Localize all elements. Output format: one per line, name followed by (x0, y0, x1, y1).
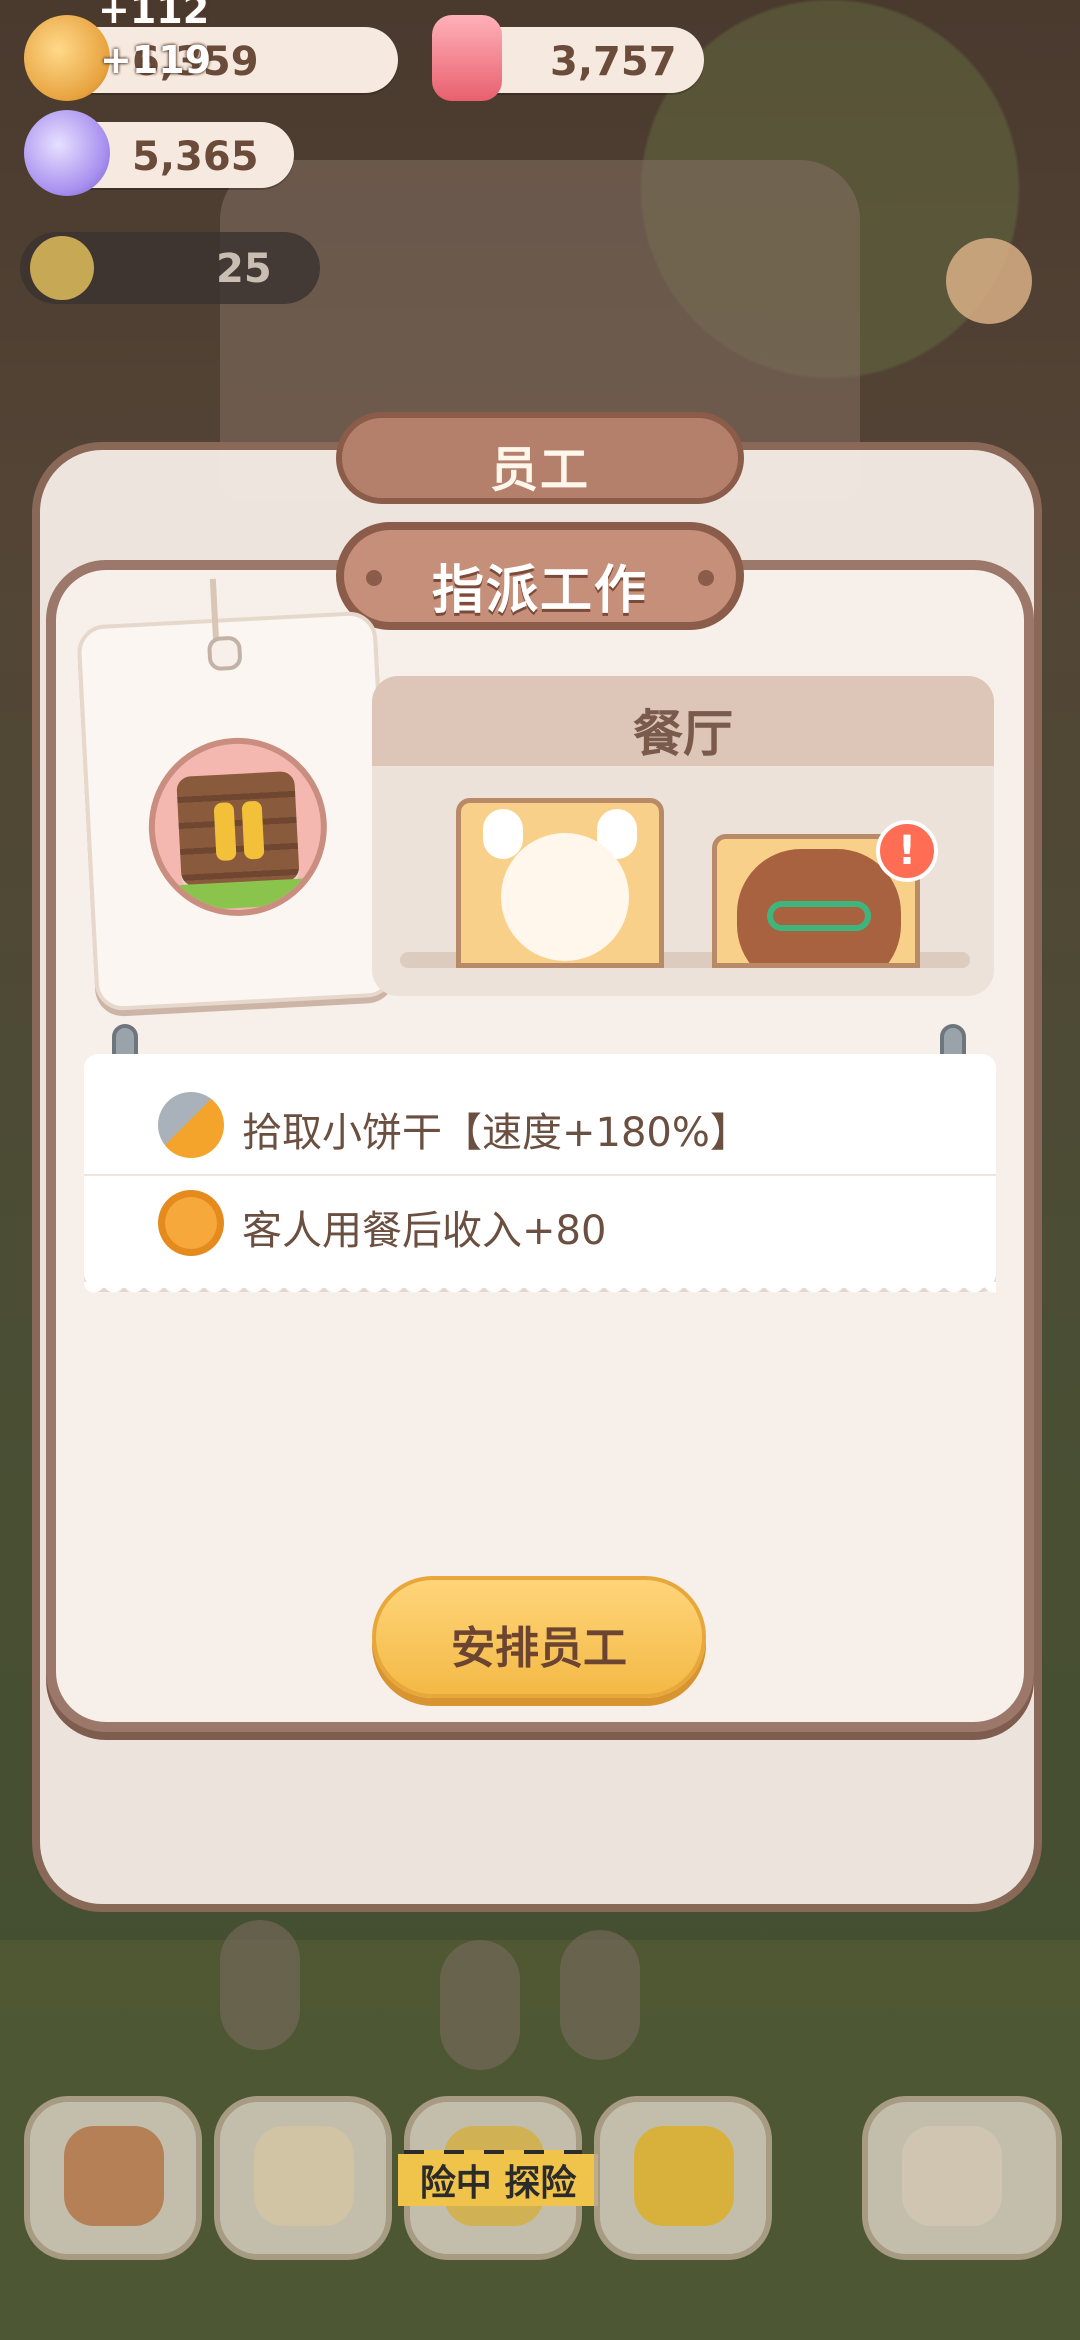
glasses-icon (767, 901, 871, 931)
board-zigzag-edge (84, 1282, 996, 1298)
cookie-gain-popup: +119 (100, 38, 212, 82)
candle-currency-bar[interactable]: 3,757 (432, 15, 704, 101)
explore-label: 险中 探险 (398, 2154, 598, 2206)
assign-work-title: 指派工作 (431, 561, 648, 621)
sun-icon (30, 236, 94, 300)
candy-count: 5,365 (132, 134, 259, 180)
staff-modal-title: 员工 (489, 442, 590, 498)
gear-icon[interactable] (946, 238, 1032, 324)
meal-income-icon (158, 1190, 224, 1256)
effect-row: 拾取小饼干【速度+180%】 (84, 1078, 996, 1176)
mushroom-house-icon (64, 2126, 164, 2226)
assign-work-header: 指派工作 (336, 522, 744, 630)
spoon-icon (241, 800, 265, 860)
effect-row: 客人用餐后收入+80 (84, 1174, 996, 1274)
bag-icon (634, 2126, 734, 2226)
cat-avatar (501, 833, 629, 961)
cookie-pickup-icon (158, 1092, 224, 1158)
effect-text: 客人用餐后收入+80 (242, 1208, 607, 1254)
arrange-staff-label: 安排员工 (451, 1623, 627, 1674)
candy-currency-bar[interactable]: 5,365 (24, 110, 294, 196)
effect-text: 拾取小饼干【速度+180%】 (242, 1110, 750, 1156)
notebook-icon (254, 2126, 354, 2226)
character-icon (902, 2126, 1002, 2226)
section-header: 餐厅 (372, 676, 994, 766)
nav-bag[interactable] (594, 2096, 772, 2260)
wood-board (176, 770, 300, 887)
effects-board: 拾取小饼干【速度+180%】 客人用餐后收入+80 (84, 1054, 996, 1288)
nav-notes[interactable] (214, 2096, 392, 2260)
fork-icon (213, 802, 237, 862)
candy-icon (24, 110, 110, 196)
tag-hole (206, 635, 243, 672)
restaurant-icon (144, 733, 332, 921)
arrange-staff-button[interactable]: 安排员工 (372, 1576, 706, 1698)
level-value: 25 (216, 246, 272, 292)
nav-character[interactable] (862, 2096, 1062, 2260)
staff-modal-header: 员工 (336, 412, 744, 504)
facility-tag (76, 578, 396, 1012)
level-badge[interactable]: 25 (20, 232, 320, 304)
cat-ear (483, 809, 523, 859)
nav-home[interactable] (24, 2096, 202, 2260)
candle-count: 3,757 (550, 39, 677, 85)
candle-icon (432, 15, 502, 101)
alert-icon: ! (876, 820, 938, 882)
section-title: 餐厅 (633, 705, 733, 763)
cookie-currency-bar[interactable]: 6,359 (24, 15, 398, 101)
cookie-gain-popup: +112 (98, 0, 210, 32)
staff-card-cat[interactable] (456, 798, 664, 968)
